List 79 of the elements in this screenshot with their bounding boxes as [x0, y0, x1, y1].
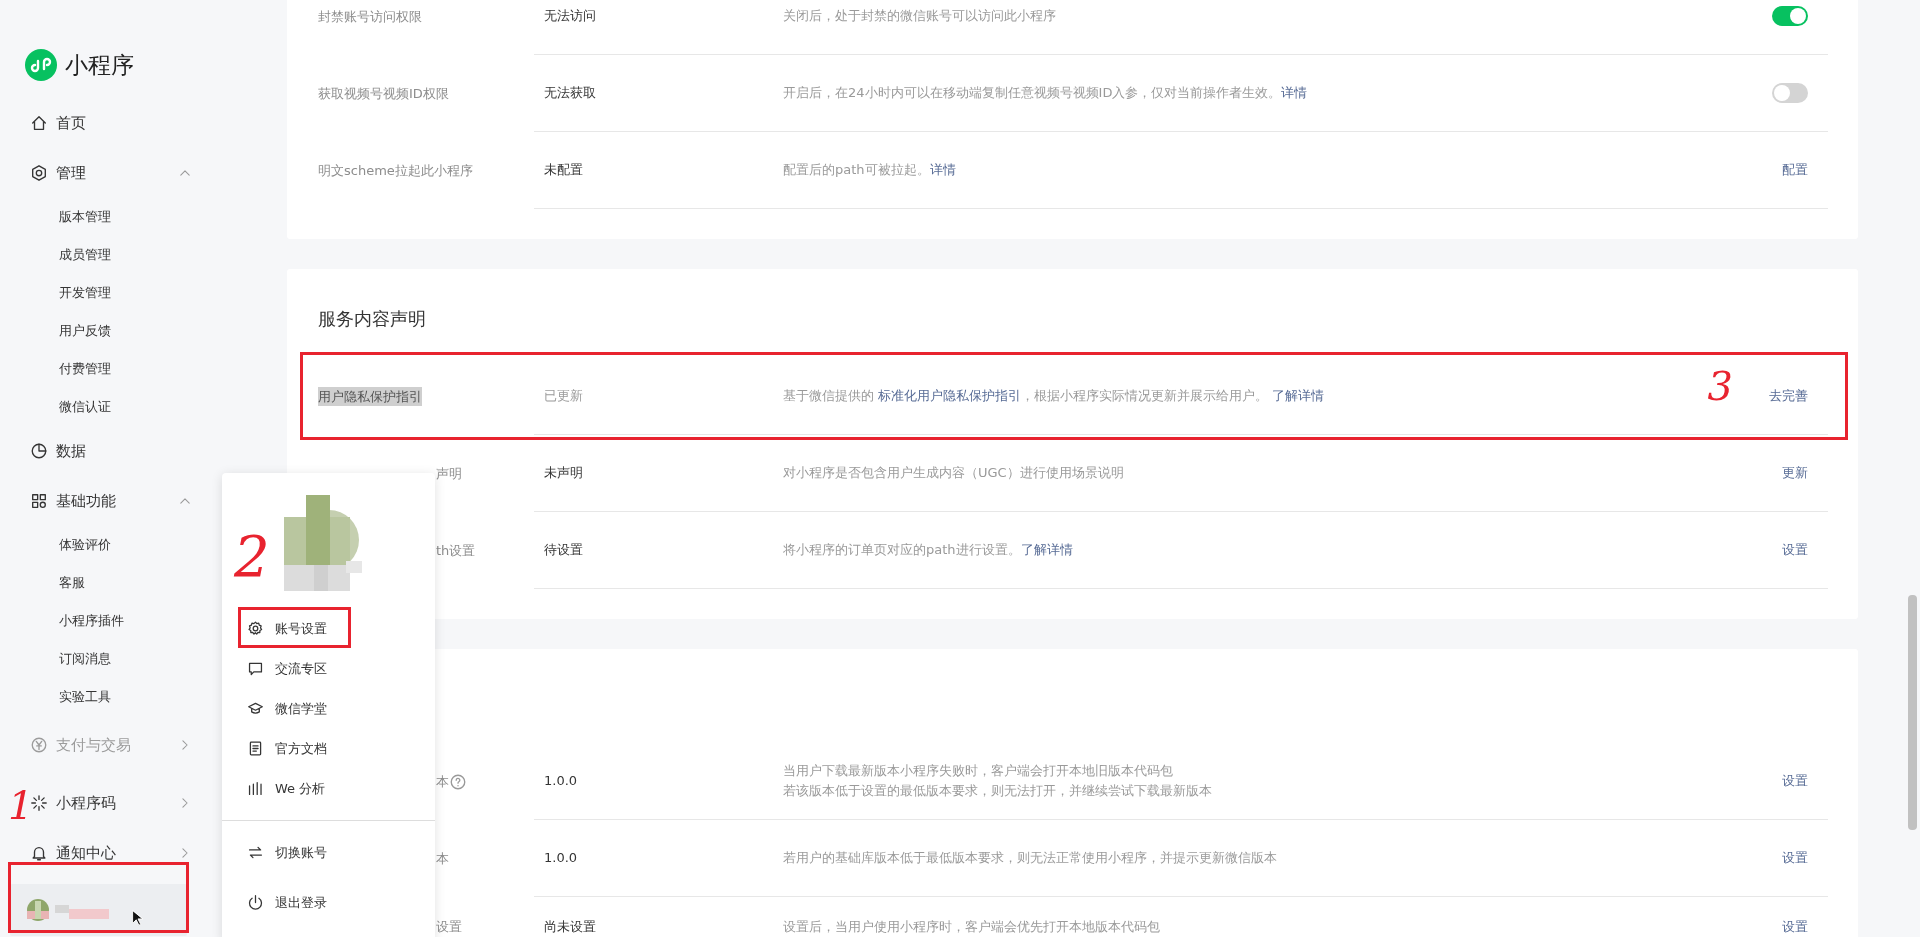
grid-icon: [30, 492, 48, 510]
section-title: 服务内容声明: [318, 307, 427, 331]
row-label: 本: [436, 772, 449, 791]
description-text: 对小程序是否包含用户生成内容（UGC）进行使用场景说明: [783, 464, 1125, 482]
bar-chart-icon: [247, 780, 264, 797]
description-text: 设置后，当用户使用小程序时，客户端会优先打开本地版本代码包: [783, 917, 1161, 936]
status-value: 无法访问: [544, 7, 597, 26]
nav-item[interactable]: 首页: [28, 98, 287, 148]
nav-item[interactable]: 数据: [28, 426, 287, 476]
action-link[interactable]: 设置: [1782, 771, 1808, 791]
annotation-number: 2: [234, 528, 270, 585]
menu-item[interactable]: 切换账号: [222, 827, 435, 878]
row-label: 本: [436, 849, 449, 868]
description-text: 配置后的path可被拉起。详情: [783, 161, 957, 179]
description-text: 基于微信提供的 标准化用户隐私保护指引，根据小程序实际情况更新并展示给用户。 了解详情: [783, 387, 1326, 405]
status-value: 已更新: [544, 387, 584, 406]
status-value: 无法获取: [544, 84, 597, 103]
row-label: 获取视频号视频ID权限: [318, 84, 449, 103]
status-value: 未配置: [544, 161, 584, 180]
gear-icon: [247, 620, 264, 637]
account-row[interactable]: [10, 884, 187, 936]
nav-item[interactable]: 管理: [28, 148, 287, 198]
action-link[interactable]: 配置: [1782, 160, 1808, 180]
nav-subitem[interactable]: 开发管理: [0, 274, 287, 312]
swap-icon: [247, 844, 264, 861]
nav-subitem[interactable]: 成员管理: [0, 236, 287, 274]
nav-subitem[interactable]: 用户反馈: [0, 312, 287, 350]
hexagon-icon: [30, 164, 48, 182]
details-link[interactable]: 详情: [929, 162, 956, 177]
details-link[interactable]: 详情: [1281, 85, 1308, 100]
row-label: 封禁账号访问权限: [318, 7, 422, 26]
menu-item[interactable]: 退出登录: [222, 877, 435, 928]
details-link[interactable]: 了解详情: [1272, 388, 1325, 403]
menu-item[interactable]: We 分析: [222, 768, 435, 809]
description-text: 开启后，在24小时内可以在移动端复制任意视频号视频ID入参，仅对当前操作者生效。详情: [783, 84, 1309, 102]
menu-item[interactable]: 官方文档: [222, 728, 435, 769]
toggle-switch[interactable]: [1772, 83, 1808, 103]
status-value: 待设置: [544, 541, 584, 560]
row-label: 设置: [436, 918, 462, 937]
app-title: 小程序: [65, 50, 134, 80]
chat-icon: [247, 660, 264, 677]
action-link[interactable]: 设置: [1782, 916, 1808, 937]
power-icon: [247, 894, 264, 911]
nav-subitem[interactable]: 付费管理: [0, 350, 287, 388]
action-link[interactable]: 设置: [1782, 540, 1808, 560]
annotation-number: 1: [8, 781, 34, 830]
nav-item[interactable]: 基础功能: [28, 476, 287, 526]
scrollbar-thumb[interactable]: [1908, 595, 1917, 830]
row-label: 用户隐私保护指引: [318, 386, 422, 407]
action-link[interactable]: 更新: [1782, 463, 1808, 483]
menu-item[interactable]: 微信学堂: [222, 688, 435, 729]
yen-icon: [30, 736, 48, 754]
home-icon: [30, 114, 48, 132]
pie-chart-icon: [30, 442, 48, 460]
row-label: th设置: [436, 541, 476, 560]
status-value: 1.0.0: [544, 772, 579, 791]
annotation-number: 3: [1707, 366, 1733, 406]
details-link[interactable]: 标准化用户隐私保护指引: [878, 388, 1022, 403]
description-text: 关闭后，处于封禁的微信账号可以访问此小程序: [783, 7, 1057, 25]
action-link[interactable]: 设置: [1782, 848, 1808, 868]
nav-subitem[interactable]: 微信认证: [0, 388, 287, 426]
row-label: 声明: [436, 464, 462, 483]
status-value: 尚未设置: [544, 917, 597, 936]
nav-subitem[interactable]: 版本管理: [0, 198, 287, 236]
description-text: 将小程序的订单页对应的path进行设置。了解详情: [783, 541, 1074, 559]
row-label: 明文scheme拉起此小程序: [318, 161, 473, 180]
status-value: 未声明: [544, 464, 584, 483]
sparkle-icon: [30, 794, 48, 812]
details-link[interactable]: 了解详情: [1020, 542, 1073, 557]
action-link[interactable]: 去完善: [1769, 386, 1808, 406]
document-icon: [247, 740, 264, 757]
status-value: 1.0.0: [544, 849, 579, 868]
description-text: 当用户下载最新版本小程序失败时，客户端会打开本地旧版本代码包 若该版本低于设置的最低版本要求，则无法打开，并继续尝试下载最新版本: [783, 762, 1213, 800]
graduation-cap-icon: [247, 700, 264, 717]
toggle-switch[interactable]: [1772, 6, 1808, 26]
logo-icon: [25, 49, 57, 81]
description-text: 若用户的基础库版本低于最低版本要求，则无法正常使用小程序，并提示更新微信版本: [783, 849, 1278, 867]
menu-item[interactable]: 交流专区: [222, 648, 435, 689]
bell-icon: [30, 844, 48, 862]
